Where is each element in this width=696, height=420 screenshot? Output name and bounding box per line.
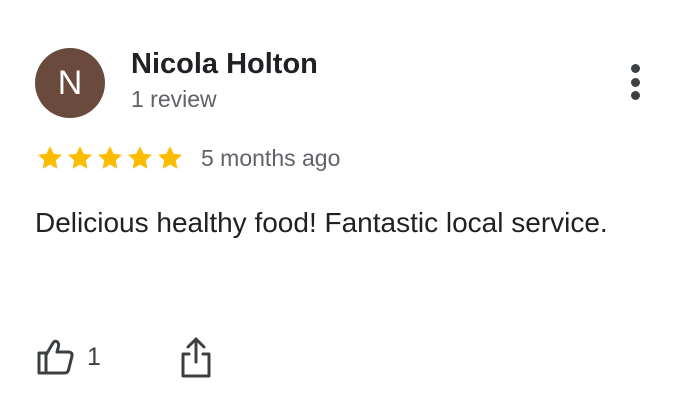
avatar-initial: N [57,63,83,102]
star-icon [65,143,95,173]
star-icon [35,143,65,173]
avatar[interactable]: N [35,48,105,118]
share-button[interactable] [176,334,216,380]
share-icon [176,334,216,380]
more-vert-icon-dot [630,91,640,100]
like-count: 1 [87,342,101,371]
star-icon [95,143,125,173]
thumbs-up-icon [35,336,77,378]
review-text: Delicious healthy food! Fantastic local … [35,207,608,238]
reviewer-name[interactable]: Nicola Holton [131,48,318,81]
star-icon [155,143,185,173]
more-vert-icon [630,64,640,73]
star-icon [125,143,155,173]
star-rating [35,143,185,173]
more-vert-icon-dot [630,77,640,87]
review-card: N Nicola Holton 1 review 5 months ago De… [0,0,696,420]
like-button[interactable]: 1 [35,336,101,378]
review-timestamp: 5 months ago [201,144,341,171]
more-options-button[interactable] [616,60,654,104]
rating-row: 5 months ago [35,140,340,176]
reviewer-review-count: 1 review [131,86,217,112]
